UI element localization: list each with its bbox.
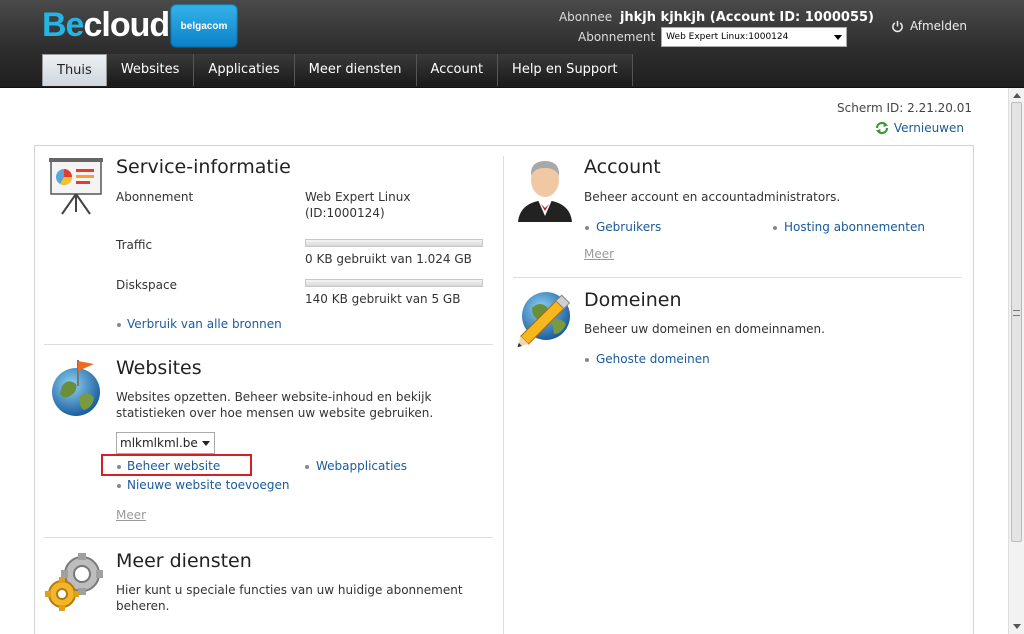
more-services-desc-line1: Hier kunt u speciale functies van uw hui… [116,583,463,597]
tab-help-support[interactable]: Help en Support [498,54,633,86]
column-divider [503,156,504,634]
manage-website-link[interactable]: Beheer website [127,459,220,473]
belgacom-logo: belgacom [170,4,238,48]
grip-icon [1013,310,1020,316]
logo-be: Be [42,6,84,44]
subscription-plan: Web Expert Linux [305,190,411,204]
diskspace-value: 140 KB gebruikt van 5 GB [305,292,461,306]
account-more-link[interactable]: Meer [584,247,614,261]
domains-title: Domeinen [584,289,682,311]
subscription-value: Web Expert Linux (ID:1000124) [305,189,410,221]
refresh-link[interactable]: Vernieuwen [875,121,964,135]
websites-desc-line2: statistieken over hoe mensen uw website … [116,406,434,420]
bullet [585,226,589,230]
service-info-title: Service-informatie [116,156,291,178]
refresh-icon [875,121,888,135]
website-select-value: mlkmlkml.be [120,436,198,450]
websites-more-link[interactable]: Meer [116,508,146,522]
subscription-label: Abonnement [578,30,656,44]
tab-websites[interactable]: Websites [106,54,195,86]
tab-thuis[interactable]: Thuis [42,54,107,86]
top-bar: Becloud belgacom Abonnee jhkjh kjhkjh (A… [0,0,1024,88]
websites-title: Websites [116,357,202,379]
subscription-id: (ID:1000124) [305,206,385,220]
websites-description: Websites opzetten. Beheer website-inhoud… [116,389,433,421]
vertical-scrollbar[interactable] [1008,88,1024,634]
more-services-description: Hier kunt u speciale functies van uw hui… [116,582,463,614]
chevron-down-icon [834,35,843,40]
usage-all-resources-link[interactable]: Verbruik van alle bronnen [127,317,282,331]
web-applications-link[interactable]: Webapplicaties [316,459,407,473]
globe-pencil-icon [517,292,571,348]
subscriber-label: Abonnee [558,10,613,24]
more-services-desc-line2: beheren. [116,599,170,613]
refresh-label: Vernieuwen [893,121,964,135]
bullet [117,465,121,469]
scrollbar-thumb[interactable] [1011,102,1022,542]
domains-description: Beheer uw domeinen en domeinnamen. [584,322,825,336]
traffic-usage-bar [305,239,483,247]
scroll-down-icon[interactable] [1013,624,1021,629]
traffic-label: Traffic [116,238,153,252]
chevron-down-icon [202,441,210,446]
add-website-link[interactable]: Nieuwe website toevoegen [127,478,289,492]
tab-account[interactable]: Account [416,54,499,86]
user-account-icon [518,161,572,222]
subscription-select-value: Web Expert Linux:1000124 [666,32,789,42]
screen-id: Scherm ID: 2.21.20.01 [837,101,972,115]
globe-flag-icon [52,360,100,416]
bullet [305,465,309,469]
presentation-board-icon [49,158,103,215]
account-description: Beheer account en accountadministrators. [584,190,841,204]
websites-desc-line1: Websites opzetten. Beheer website-inhoud… [116,390,432,404]
subscriber-info: Abonnee jhkjh kjhkjh (Account ID: 100005… [559,10,874,25]
power-icon [892,20,903,32]
gears-icon [45,553,103,611]
bullet [773,226,777,230]
main-tabs: Thuis Websites Applicaties Meer diensten… [42,54,633,86]
subscription-select[interactable]: Web Expert Linux:1000124 [661,27,848,47]
becloud-logo[interactable]: Becloud [42,6,170,45]
logo-cloud: cloud [83,6,170,44]
scroll-up-icon[interactable] [1013,93,1021,98]
section-divider [513,277,962,278]
diskspace-label: Diskspace [116,278,177,292]
section-divider [44,344,493,345]
bullet [585,358,589,362]
subscriber-name: jhkjh kjhkjh (Account ID: 1000055) [619,10,874,25]
account-title: Account [584,156,661,178]
more-services-title: Meer diensten [116,550,252,572]
users-link[interactable]: Gebruikers [596,220,661,234]
subscription-label: Abonnement [116,190,194,204]
hosted-domains-link[interactable]: Gehoste domeinen [596,352,710,366]
subscription-row: Abonnement Web Expert Linux:1000124 [578,27,848,47]
bullet [117,484,121,488]
hosting-subscriptions-link[interactable]: Hosting abonnementen [784,220,925,234]
tab-meer-diensten[interactable]: Meer diensten [294,54,417,86]
logout-label: Afmelden [909,19,967,33]
website-select[interactable]: mlkmlkml.be [116,432,215,454]
bullet [117,323,121,327]
logout-button[interactable]: Afmelden [891,19,967,33]
traffic-value: 0 KB gebruikt van 1.024 GB [305,252,472,266]
tab-applicaties[interactable]: Applicaties [194,54,295,86]
section-divider [44,537,493,538]
diskspace-usage-bar [305,279,483,287]
